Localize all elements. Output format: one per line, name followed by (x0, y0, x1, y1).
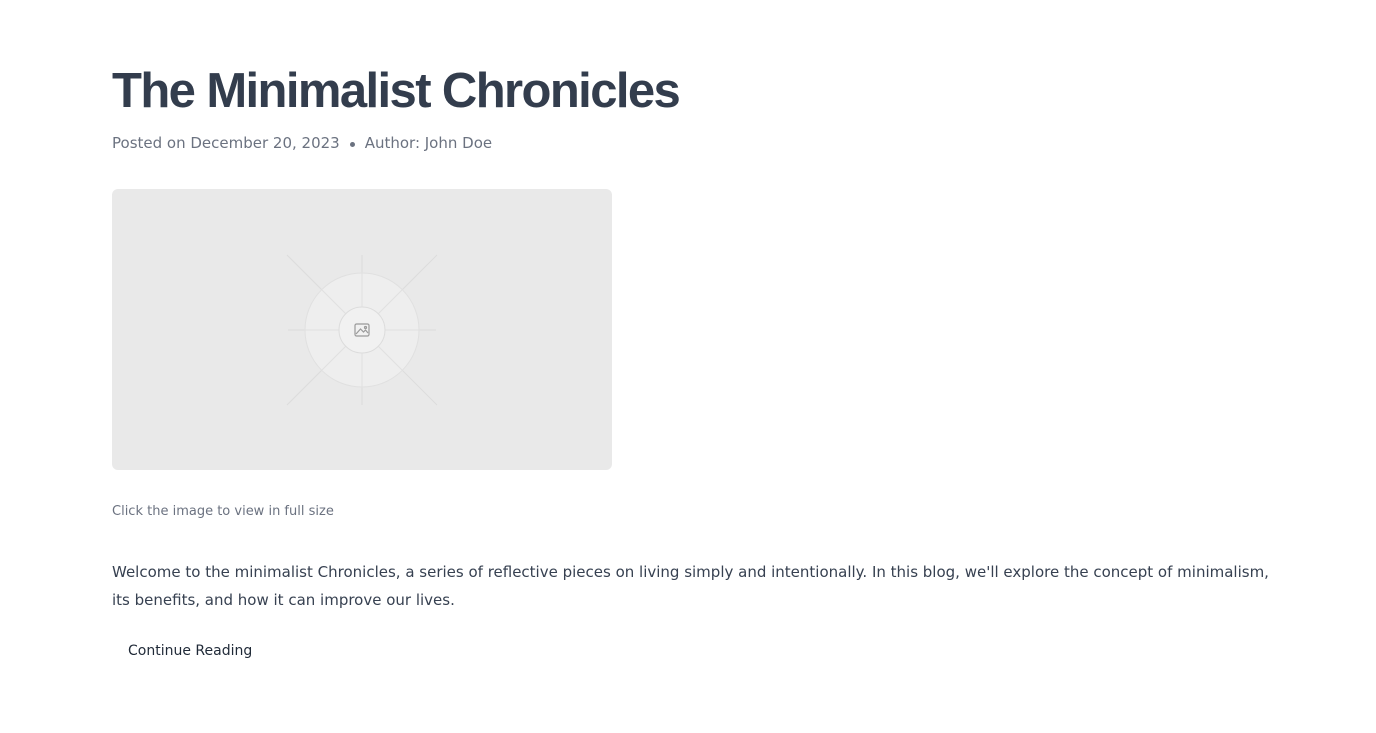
post-date: Posted on December 20, 2023 (112, 134, 340, 152)
meta-separator-dot (349, 141, 355, 147)
image-placeholder-graphic (286, 254, 438, 406)
post-excerpt: Welcome to the minimalist Chronicles, a … (112, 563, 1269, 609)
post-author: Author: John Doe (364, 134, 493, 152)
continue-reading-button[interactable]: Continue Reading (112, 634, 269, 668)
post-meta: Posted on December 20, 2023 Author: John… (112, 132, 1272, 154)
image-caption: Click the image to view in full size (112, 504, 334, 519)
blog-post: The Minimalist Chronicles Posted on Dece… (112, 62, 1272, 668)
featured-image-placeholder[interactable] (112, 189, 612, 470)
post-title: The Minimalist Chronicles (112, 64, 681, 118)
